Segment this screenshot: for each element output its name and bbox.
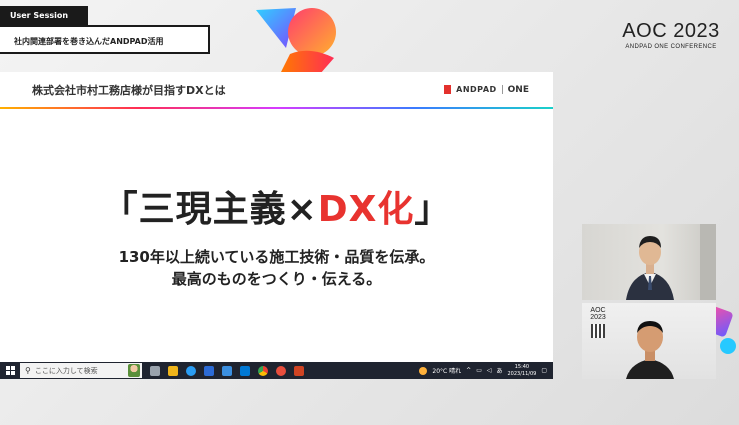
conference-logo-main: AOC 2023: [622, 20, 720, 42]
slide-subtext: 130年以上続いている施工技術・品質を伝承。 最高のものをつくり・伝える。: [0, 246, 553, 290]
speaker-1-figure: [626, 224, 716, 300]
weather-icon: [419, 366, 428, 375]
search-highlight-icon: [128, 364, 140, 377]
chrome-icon[interactable]: [258, 365, 268, 376]
ime-indicator[interactable]: あ: [496, 366, 502, 375]
clock-time: 15:40: [514, 363, 530, 370]
app-icon[interactable]: [276, 365, 286, 376]
speaker-video-2: AOC 2023: [582, 303, 716, 379]
subtext-line-1: 130年以上続いている施工技術・品質を伝承。: [118, 248, 435, 266]
speaker-2-figure: [626, 321, 674, 379]
task-view-icon[interactable]: [150, 365, 160, 376]
taskbar: ⚲ ここに入力して検索 20°C 晴れ ^ ▭ ◁ あ 15:40 2023/1…: [0, 362, 553, 379]
session-tag: User Session: [0, 6, 88, 25]
windows-icon: [5, 366, 15, 375]
headline-open: 「三現主義×: [101, 189, 318, 230]
conference-logo: AOC 2023 ANDPAD ONE CONFERENCE: [616, 20, 726, 50]
tray-chevron-icon[interactable]: ^: [466, 367, 471, 374]
start-button[interactable]: [0, 362, 20, 379]
brand-separator: [501, 85, 503, 94]
headline-close: 」: [414, 189, 452, 230]
shared-slide: 株式会社市村工務店様が目指すDXとは ANDPAD ONE 「三現主義×DX化」…: [0, 72, 553, 362]
clock-date: 2023/11/09: [507, 370, 537, 377]
brand-text: ANDPAD: [456, 85, 497, 94]
mail-icon[interactable]: [240, 365, 250, 376]
zoom-icon[interactable]: [222, 365, 232, 376]
decoration-shapes: [256, 8, 336, 74]
taskbar-apps: [150, 365, 304, 376]
slide-header-title: 株式会社市村工務店様が目指すDXとは: [32, 83, 226, 97]
conference-logo-sub: ANDPAD ONE CONFERENCE: [625, 44, 717, 50]
brand-logos: ANDPAD ONE: [444, 85, 529, 95]
search-icon: ⚲: [25, 366, 31, 375]
slide-header: 株式会社市村工務店様が目指すDXとは ANDPAD ONE: [0, 72, 553, 109]
subtext-line-2: 最高のものをつくり・伝える。: [171, 270, 382, 288]
notification-icon[interactable]: ▢: [541, 367, 547, 374]
speaker-video-1: [582, 224, 716, 300]
file-explorer-icon[interactable]: [168, 365, 178, 376]
andpad-logo-icon: [444, 85, 452, 94]
volume-icon[interactable]: ◁: [487, 367, 492, 374]
search-placeholder: ここに入力して検索: [34, 366, 98, 375]
weather-text: 20°C 晴れ: [432, 368, 462, 375]
powerpoint-icon[interactable]: [294, 365, 304, 376]
brand-text-one: ONE: [507, 84, 529, 95]
headline-red: DX化: [317, 189, 415, 230]
session-title: 社内関連部署を巻き込んだANDPAD活用: [0, 25, 210, 54]
system-tray: 20°C 晴れ ^ ▭ ◁ あ 15:40 2023/11/09 ▢: [419, 364, 553, 378]
clock[interactable]: 15:40 2023/11/09: [508, 364, 537, 378]
taskbar-search[interactable]: ⚲ ここに入力して検索: [20, 363, 142, 378]
store-icon[interactable]: [204, 365, 214, 376]
edge-icon[interactable]: [186, 365, 196, 376]
network-icon[interactable]: ▭: [476, 367, 482, 374]
slide-headline: 「三現主義×DX化」: [0, 180, 553, 232]
